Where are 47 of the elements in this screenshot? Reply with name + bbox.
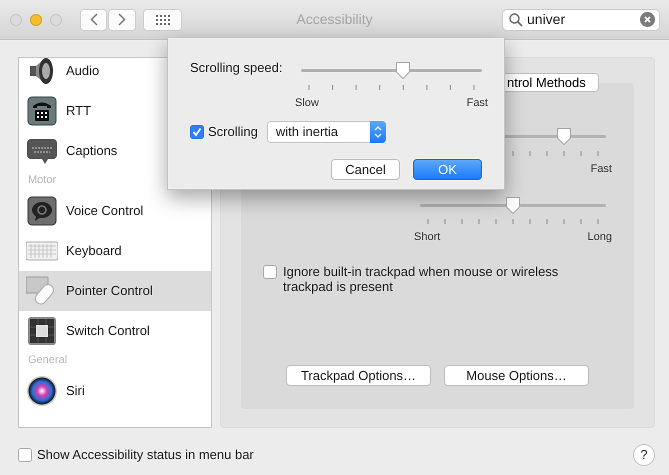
checkbox-label: Scrolling — [208, 122, 258, 141]
slider-track[interactable] — [301, 69, 482, 72]
checkbox-label: Ignore built-in trackpad when mouse or wireless trackpad is present — [283, 264, 560, 294]
stepper-arrows[interactable] — [370, 120, 386, 142]
chevron-left-icon — [90, 13, 98, 26]
options-button[interactable]: Trackpad Options… — [286, 365, 431, 386]
options-button[interactable]: Mouse Options… — [444, 365, 589, 386]
sidebar-item[interactable]: Switch Control — [19, 311, 211, 351]
slider-track[interactable] — [420, 204, 606, 206]
sidebar-item[interactable]: Voice Control — [19, 191, 211, 231]
slider-thumb[interactable] — [556, 127, 572, 146]
switch-control-icon — [26, 315, 58, 347]
back-button[interactable] — [80, 8, 107, 30]
forward-button[interactable] — [108, 8, 136, 30]
search-icon — [509, 12, 523, 26]
chevron-right-icon — [118, 13, 126, 26]
sidebar-item[interactable]: Keyboard — [19, 231, 211, 271]
popup-menu[interactable]: with inertia — [266, 120, 386, 142]
section-header: Motor — [27, 173, 58, 188]
siri-icon — [26, 375, 58, 407]
checkbox[interactable] — [263, 265, 277, 279]
slider-thumb[interactable] — [395, 61, 412, 80]
sidebar-item[interactable]: Siri — [19, 371, 211, 411]
show-all-button[interactable] — [143, 8, 182, 30]
slider-label: Fast — [590, 162, 612, 176]
checkbox-label: Show Accessibility status in menu bar — [37, 446, 254, 464]
slider-label: Fast — [466, 96, 488, 110]
help-button[interactable]: ? — [633, 444, 655, 466]
slider-label: Scrolling speed: — [190, 60, 282, 77]
slider-label: Short — [414, 231, 440, 244]
close-button[interactable] — [10, 14, 22, 26]
cancel-button[interactable]: Cancel — [331, 158, 400, 180]
speech-bubble-icon — [26, 195, 58, 227]
grid-icon — [156, 14, 170, 24]
checkbox[interactable] — [190, 124, 204, 138]
clear-icon[interactable] — [640, 12, 655, 27]
slider-label: Slow — [295, 96, 319, 110]
search-field[interactable]: univer — [502, 8, 660, 30]
slider-label: Long — [588, 231, 612, 244]
sidebar-item[interactable]: Pointer Control — [19, 271, 211, 311]
slider-thumb[interactable] — [505, 196, 521, 215]
section-header: General — [27, 353, 68, 368]
zoom-button[interactable] — [50, 14, 62, 26]
window-title: Accessibility — [296, 10, 373, 29]
minimize-button[interactable] — [30, 14, 42, 26]
checkbox[interactable] — [18, 448, 32, 462]
telephone-icon — [26, 95, 58, 127]
